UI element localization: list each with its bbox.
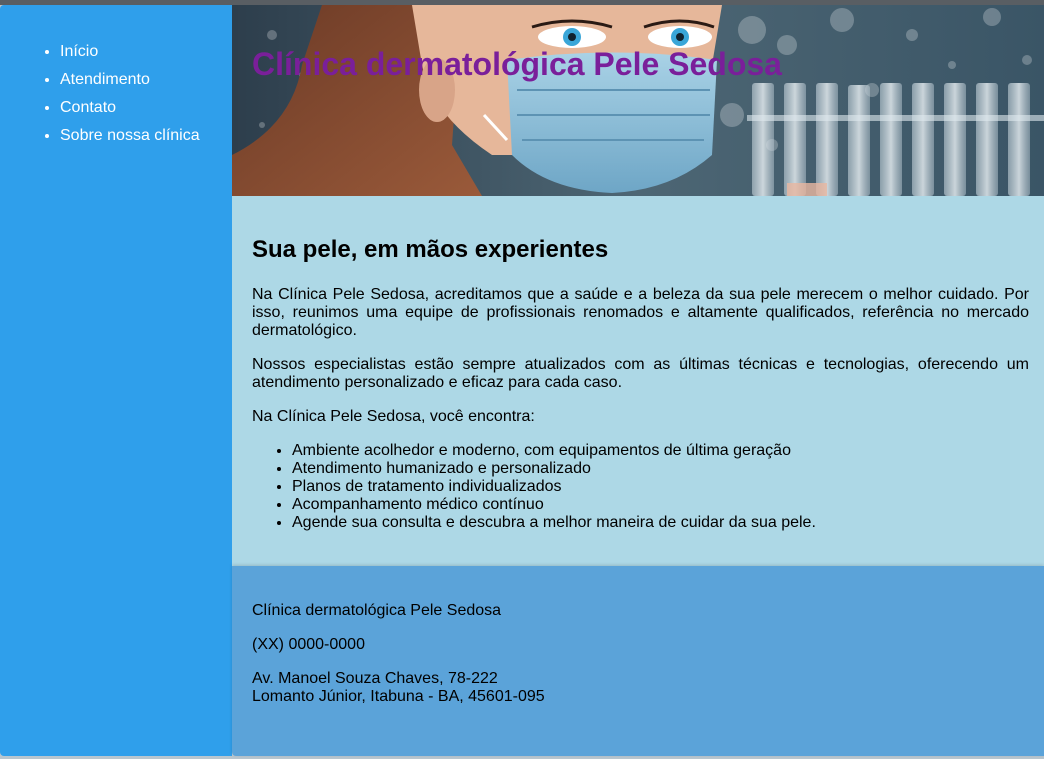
nav-list: Início Atendimento Contato Sobre nossa c… xyxy=(0,5,232,150)
main-heading: Sua pele, em mãos experientes xyxy=(252,236,609,263)
footer-address: Av. Manoel Souza Chaves, 78-222 Lomanto … xyxy=(252,670,1024,706)
specialists-paragraph: Nossos especialistas estão sempre atuali… xyxy=(252,356,1029,391)
intro-paragraph: Na Clínica Pele Sedosa, acreditamos que … xyxy=(252,286,1029,339)
nav-link-sobre[interactable]: Sobre nossa clínica xyxy=(60,127,200,144)
features-list: Ambiente acolhedor e moderno, com equipa… xyxy=(252,442,1029,532)
feature-item: Ambiente acolhedor e moderno, com equipa… xyxy=(292,442,1029,460)
main-content: Sua pele, em mãos experientes Na Clínica… xyxy=(232,196,1044,566)
sidebar: Início Atendimento Contato Sobre nossa c… xyxy=(0,5,232,756)
nav-link-contato[interactable]: Contato xyxy=(60,99,116,116)
footer-clinic-name: Clínica dermatológica Pele Sedosa xyxy=(252,602,502,619)
banner-image xyxy=(232,5,1044,196)
feature-item: Acompanhamento médico contínuo xyxy=(292,496,1029,514)
nav-link-inicio[interactable]: Início xyxy=(60,43,98,60)
nav-item-inicio: Início xyxy=(60,38,232,66)
features-intro: Na Clínica Pele Sedosa, você encontra: xyxy=(252,408,535,425)
nav-item-sobre: Sobre nossa clínica xyxy=(60,122,232,150)
footer-address-line2: Lomanto Júnior, Itabuna - BA, 45601-095 xyxy=(252,688,545,705)
footer-phone: (XX) 0000-0000 xyxy=(252,636,365,653)
footer: Clínica dermatológica Pele Sedosa (XX) 0… xyxy=(232,566,1044,756)
nav-link-atendimento[interactable]: Atendimento xyxy=(60,71,150,88)
feature-item: Planos de tratamento individualizados xyxy=(292,478,1029,496)
nav-item-atendimento: Atendimento xyxy=(60,66,232,94)
header-banner: Clínica dermatológica Pele Sedosa xyxy=(232,5,1044,196)
site-title: Clínica dermatológica Pele Sedosa xyxy=(252,46,782,82)
footer-address-line1: Av. Manoel Souza Chaves, 78-222 xyxy=(252,670,498,687)
nav-item-contato: Contato xyxy=(60,94,232,122)
feature-item: Agende sua consulta e descubra a melhor … xyxy=(292,514,1029,532)
feature-item: Atendimento humanizado e personalizado xyxy=(292,460,1029,478)
